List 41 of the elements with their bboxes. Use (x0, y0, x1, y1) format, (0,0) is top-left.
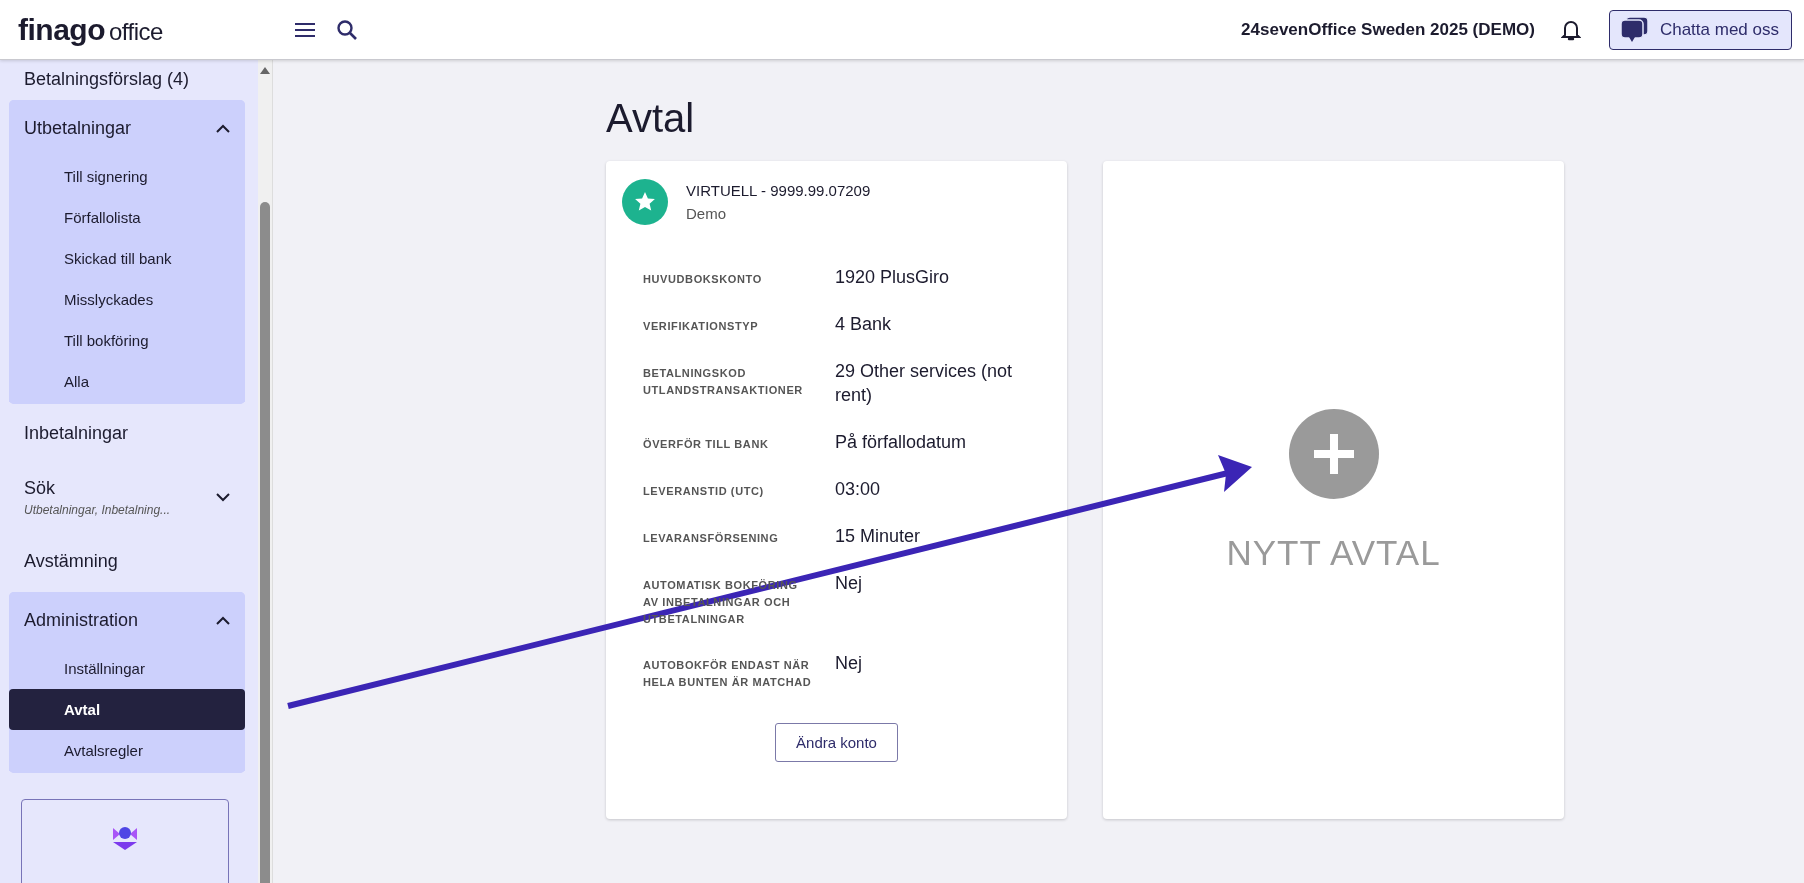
group-label: Administration (24, 609, 139, 631)
chat-bubbles-icon (1619, 15, 1650, 44)
field-value: 03:00 (835, 478, 882, 501)
field-value: 29 Other services (not rent) (835, 360, 1014, 407)
scroll-up-icon[interactable] (260, 66, 270, 74)
field-label: BETALNINGSKOD UTLANDSTRANSAKTIONER (643, 366, 804, 398)
new-agreement-label: NYTT AVTAL (1226, 533, 1441, 573)
field-label: AUTOBOKFÖR ENDAST NÄR HELA BUNTEN ÄR MATCHAD (643, 658, 813, 690)
page-title: Avtal (606, 96, 696, 141)
field-label: LEVARANSFÖRSENING (643, 531, 780, 546)
field-value: 15 Minuter (835, 525, 922, 548)
field-value: Nej (835, 652, 863, 675)
sidebar-item[interactable]: Inbetalningar (9, 404, 245, 462)
sidebar-group[interactable]: Sök Utbetalningar, Inbetalning... (9, 462, 245, 532)
company-name: 24sevenOffice Sweden 2025 (DEMO) (1241, 19, 1535, 40)
promo-card[interactable] (21, 799, 229, 883)
edit-account-button[interactable]: Ändra konto (775, 723, 898, 762)
scrollbar[interactable] (258, 60, 273, 883)
plus-icon (1288, 409, 1379, 499)
sidebar-subitem[interactable]: Avtal (9, 689, 245, 730)
field-value: Nej (835, 572, 863, 595)
chevron-down-icon (216, 492, 230, 502)
field-label: VERIFIKATIONSTYP (643, 319, 760, 334)
logo: finago office (18, 12, 164, 47)
field-value: 4 Bank (835, 313, 893, 336)
app-logo-icon (111, 826, 139, 850)
chevron-up-icon (216, 615, 230, 625)
field-label: ÖVERFÖR TILL BANK (643, 437, 770, 452)
group-label: Utbetalningar (24, 117, 132, 139)
field-label: LEVERANSTID (UTC) (643, 484, 765, 499)
agreement-title: VIRTUELL - 9999.99.07209 (686, 182, 871, 199)
field-value: 1920 PlusGiro (835, 266, 951, 289)
group-label: Sök (24, 477, 56, 499)
chevron-up-icon (216, 123, 230, 133)
sidebar-item[interactable]: Betalningsförslag (4) (9, 60, 245, 98)
field-value: På förfallodatum (835, 431, 968, 454)
group-subtitle: Utbetalningar, Inbetalning... (24, 502, 171, 517)
agreement-subtitle: Demo (686, 205, 727, 222)
chat-button[interactable]: Chatta med oss (1608, 9, 1792, 50)
field-label: HUVUDBOKSKONTO (643, 272, 763, 287)
sidebar-item[interactable]: Avstämning (9, 532, 245, 590)
